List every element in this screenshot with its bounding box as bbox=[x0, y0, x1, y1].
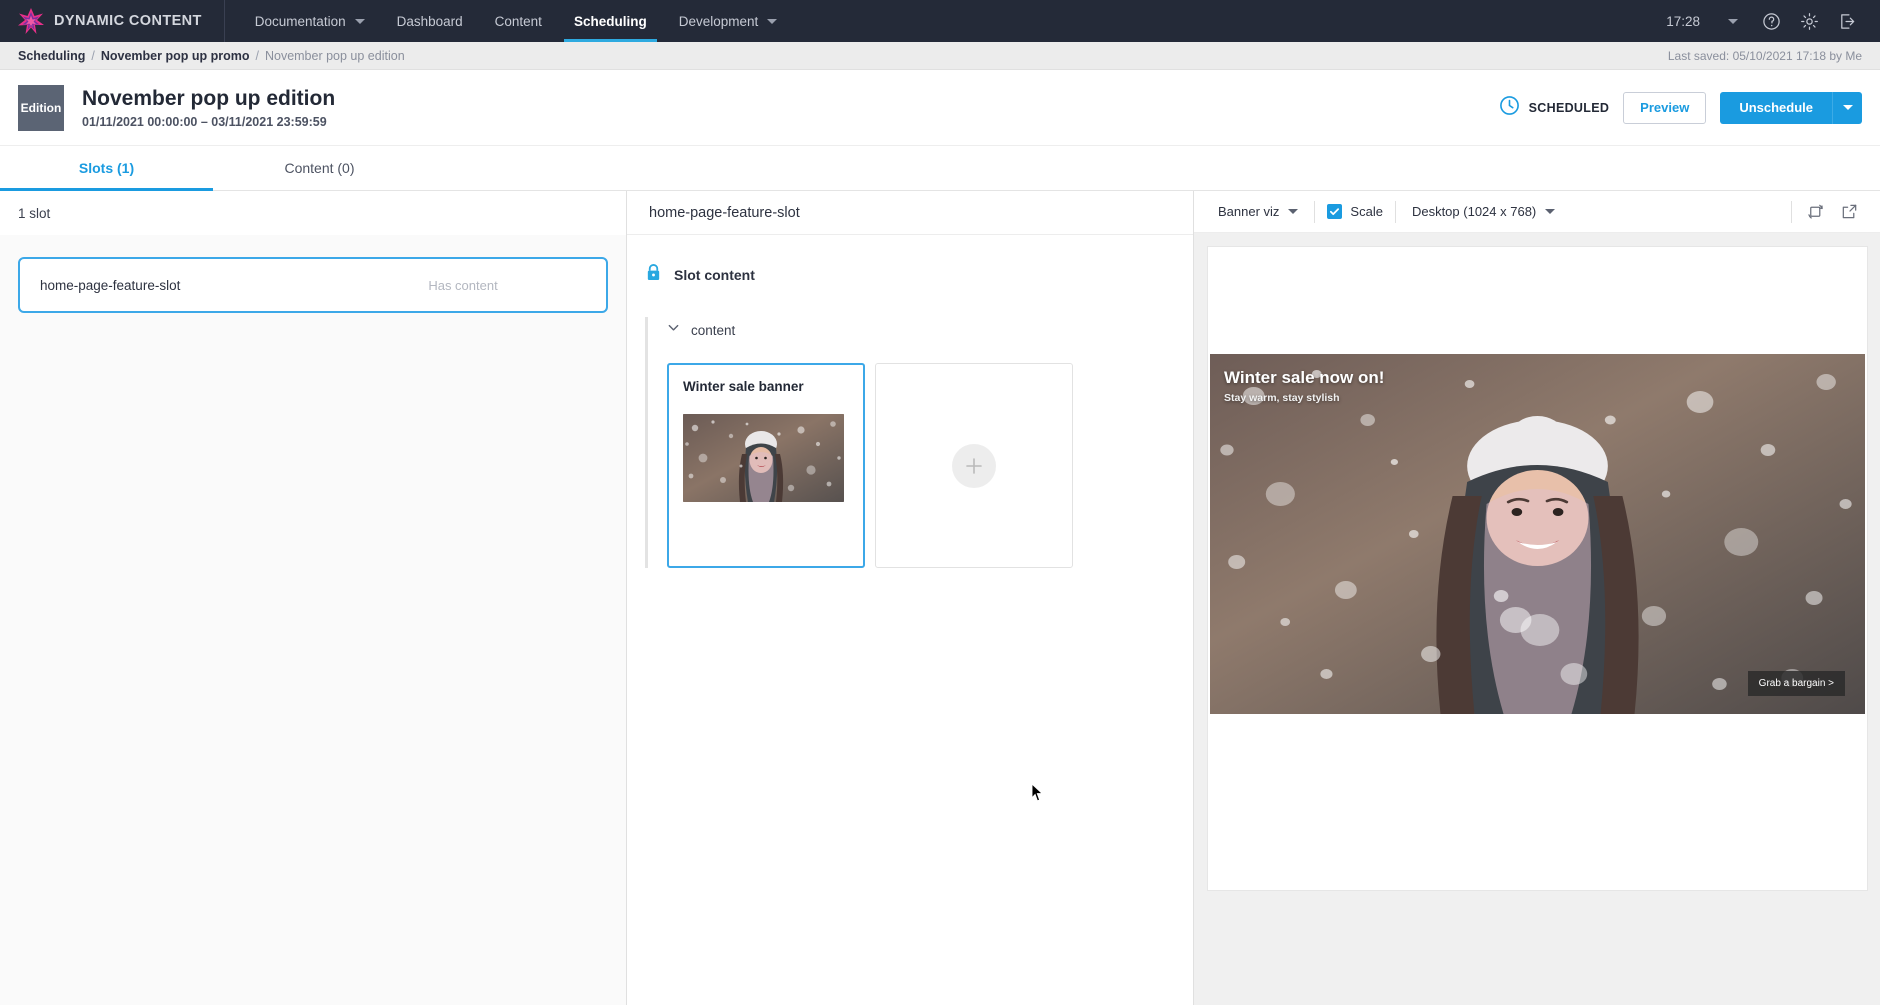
chevron-down-icon bbox=[354, 18, 365, 24]
banner-subtitle: Stay warm, stay stylish bbox=[1224, 392, 1340, 404]
tab-slots[interactable]: Slots (1) bbox=[0, 146, 213, 191]
clock-icon bbox=[1499, 95, 1520, 121]
slot-detail-panel: home-page-feature-slot Slot content cont… bbox=[627, 191, 1194, 1005]
content-group-toggle[interactable]: content bbox=[667, 317, 1193, 343]
open-external-icon[interactable] bbox=[1832, 195, 1866, 229]
breadcrumb-parent[interactable]: November pop up promo bbox=[101, 49, 250, 63]
last-saved-text: Last saved: 05/10/2021 17:18 by Me bbox=[1667, 48, 1862, 63]
slot-content-label: Slot content bbox=[674, 267, 755, 283]
gear-icon[interactable] bbox=[1790, 0, 1828, 42]
toolbar-divider bbox=[1394, 200, 1396, 223]
breadcrumb-current: November pop up edition bbox=[264, 48, 405, 63]
nav-right-group: 17:28 bbox=[1660, 0, 1880, 42]
help-icon[interactable] bbox=[1752, 0, 1790, 42]
preview-toolbar: Banner viz Scale Desktop (1024 x 768) bbox=[1194, 191, 1880, 233]
slot-detail-header: home-page-feature-slot bbox=[627, 191, 1193, 235]
toolbar-divider bbox=[1791, 200, 1792, 223]
dynamic-content-logo-icon bbox=[18, 8, 44, 34]
slots-panel: 1 slot home-page-feature-slot Has conten… bbox=[0, 191, 627, 1005]
content-group: content Winter sale banner bbox=[627, 317, 1193, 568]
chevron-down-icon bbox=[767, 18, 778, 24]
page-title: November pop up edition bbox=[82, 86, 336, 110]
content-card-title: Winter sale banner bbox=[683, 379, 804, 394]
plus-icon bbox=[952, 443, 996, 488]
group-inner: content Winter sale banner bbox=[648, 317, 1193, 568]
add-content-card-button[interactable] bbox=[875, 363, 1073, 568]
nav-item-label: Content bbox=[494, 13, 542, 29]
page-title-block: November pop up edition 01/11/2021 00:00… bbox=[82, 87, 335, 129]
unschedule-button[interactable]: Unschedule bbox=[1720, 91, 1832, 124]
scale-checkbox[interactable]: Scale bbox=[1321, 204, 1389, 219]
device-select[interactable]: Desktop (1024 x 768) bbox=[1402, 204, 1565, 219]
slot-detail-title: home-page-feature-slot bbox=[649, 204, 800, 221]
tab-content[interactable]: Content (0) bbox=[213, 146, 426, 190]
preview-stage: Winter sale now on! Stay warm, stay styl… bbox=[1194, 233, 1880, 1005]
brand-logo-area[interactable]: DYNAMIC CONTENT bbox=[0, 0, 225, 42]
content-cards-row: Winter sale banner bbox=[667, 363, 1193, 568]
preview-button[interactable]: Preview bbox=[1623, 91, 1707, 124]
slot-name: home-page-feature-slot bbox=[40, 277, 181, 293]
nav-item-development[interactable]: Development bbox=[663, 0, 794, 42]
nav-item-dashboard[interactable]: Dashboard bbox=[381, 0, 479, 42]
banner-preview[interactable]: Winter sale now on! Stay warm, stay styl… bbox=[1210, 354, 1865, 714]
breadcrumb-root[interactable]: Scheduling bbox=[18, 49, 85, 63]
content-group-label: content bbox=[691, 322, 736, 338]
chevron-down-icon bbox=[1545, 209, 1556, 214]
edition-badge: Edition bbox=[18, 84, 64, 131]
nav-item-label: Development bbox=[678, 13, 759, 29]
time-dropdown-icon[interactable] bbox=[1714, 0, 1752, 42]
checkbox-box bbox=[1327, 204, 1343, 219]
nav-item-label: Dashboard bbox=[396, 13, 463, 29]
main-content-area: 1 slot home-page-feature-slot Has conten… bbox=[0, 191, 1880, 1005]
device-value: Desktop (1024 x 768) bbox=[1411, 204, 1537, 219]
unschedule-dropdown-button[interactable] bbox=[1832, 91, 1862, 124]
slot-list-item[interactable]: home-page-feature-slot Has content bbox=[18, 257, 608, 313]
preview-panel: Banner viz Scale Desktop (1024 x 768) Wi… bbox=[1194, 191, 1880, 1005]
banner-title: Winter sale now on! bbox=[1224, 368, 1385, 387]
edition-date-range: 01/11/2021 00:00:00 – 03/11/2021 23:59:5… bbox=[82, 114, 327, 129]
nav-item-label: Scheduling bbox=[573, 13, 647, 29]
page-header: Edition November pop up edition 01/11/20… bbox=[0, 70, 1880, 146]
chevron-down-icon bbox=[1842, 105, 1853, 110]
slot-status: Has content bbox=[428, 277, 498, 293]
chevron-down-icon bbox=[1288, 209, 1299, 214]
brand-title: DYNAMIC CONTENT bbox=[54, 13, 202, 29]
content-card[interactable]: Winter sale banner bbox=[667, 363, 865, 568]
tab-bar: Slots (1) Content (0) bbox=[0, 146, 1880, 191]
logout-icon[interactable] bbox=[1828, 0, 1866, 42]
banner-photo bbox=[1210, 354, 1865, 714]
slot-content-header: Slot content bbox=[627, 263, 1193, 287]
top-navigation-bar: DYNAMIC CONTENT Documentation Dashboard … bbox=[0, 0, 1880, 42]
nav-item-scheduling[interactable]: Scheduling bbox=[558, 0, 663, 42]
primary-nav-items: Documentation Dashboard Content Scheduli… bbox=[225, 0, 793, 42]
scale-label: Scale bbox=[1350, 204, 1383, 219]
thumbnail-photo bbox=[683, 414, 844, 502]
chevron-down-icon bbox=[667, 321, 680, 339]
breadcrumb-separator: / bbox=[91, 48, 95, 63]
preview-frame: Winter sale now on! Stay warm, stay styl… bbox=[1207, 246, 1868, 891]
nav-item-documentation[interactable]: Documentation bbox=[239, 0, 381, 42]
slot-count-label: 1 slot bbox=[18, 205, 51, 221]
clock-time: 17:28 bbox=[1666, 13, 1700, 29]
slot-detail-body: Slot content content Winter sale banner bbox=[627, 235, 1193, 1005]
lock-icon bbox=[645, 263, 662, 287]
slot-list: home-page-feature-slot Has content bbox=[0, 235, 626, 1005]
content-card-thumbnail bbox=[683, 414, 844, 502]
breadcrumb-separator: / bbox=[255, 48, 259, 63]
status-badge: SCHEDULED bbox=[1499, 95, 1609, 121]
breadcrumb: Scheduling / November pop up promo / Nov… bbox=[0, 42, 1880, 70]
nav-item-content[interactable]: Content bbox=[479, 0, 558, 42]
unschedule-split-button: Unschedule bbox=[1720, 91, 1862, 124]
banner-cta-button[interactable]: Grab a bargain > bbox=[1747, 671, 1845, 696]
visualization-select[interactable]: Banner viz bbox=[1208, 204, 1308, 219]
status-badge-label: SCHEDULED bbox=[1528, 100, 1610, 115]
rotate-icon[interactable] bbox=[1798, 195, 1832, 229]
visualization-value: Banner viz bbox=[1218, 204, 1280, 219]
nav-item-label: Documentation bbox=[254, 13, 346, 29]
toolbar-divider bbox=[1314, 200, 1316, 223]
header-actions: SCHEDULED Preview Unschedule bbox=[1499, 91, 1862, 124]
